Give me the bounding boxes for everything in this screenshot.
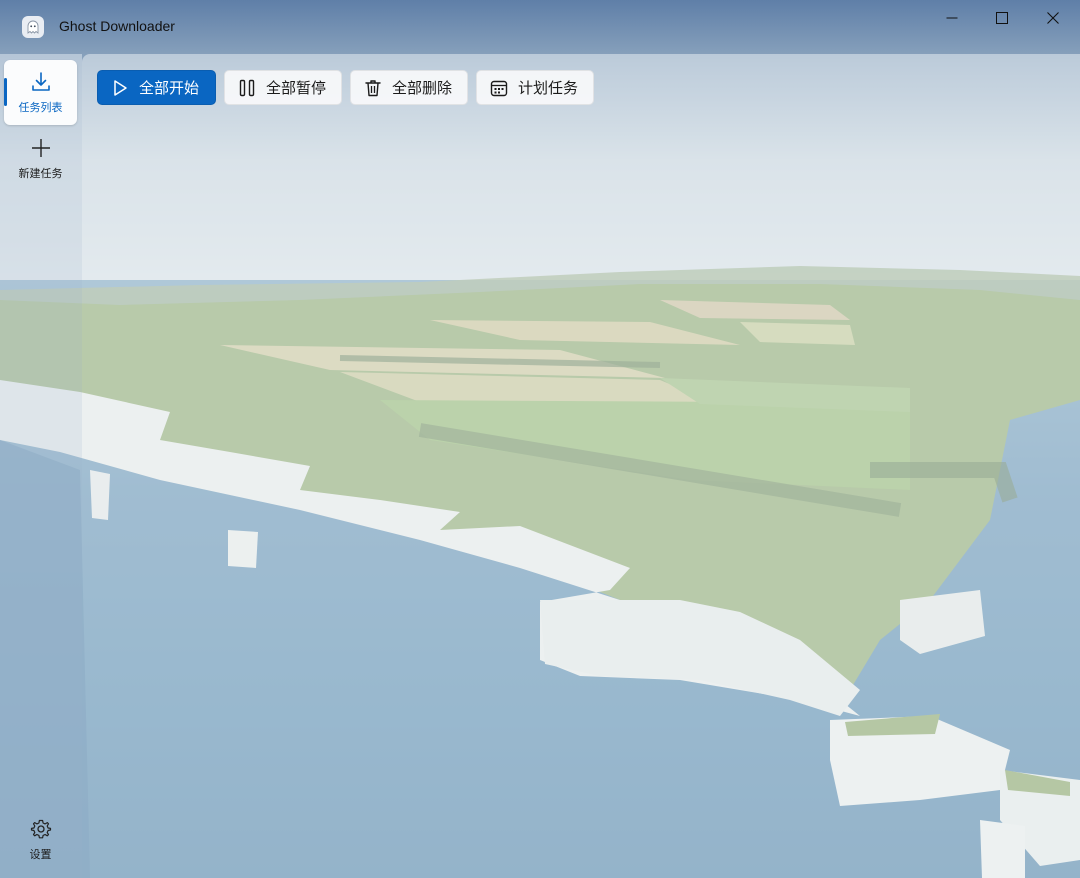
sidebar-item-settings[interactable]: 设置 (4, 809, 77, 871)
close-button[interactable] (1028, 0, 1078, 36)
delete-all-button[interactable]: 全部删除 (350, 70, 468, 105)
sidebar-item-new-task[interactable]: 新建任务 (4, 126, 77, 191)
maximize-button[interactable] (977, 0, 1027, 36)
sidebar-navigation: 任务列表 新建任务 设置 (0, 54, 82, 878)
toolbar: 全部开始 全部暂停 全部删除 计划任务 (97, 70, 594, 105)
pause-all-button[interactable]: 全部暂停 (224, 70, 342, 105)
task-list-panel: 全部开始 全部暂停 全部删除 计划任务 (82, 54, 1080, 878)
minimize-button[interactable] (927, 0, 977, 36)
calendar-icon (489, 78, 509, 98)
play-icon (110, 78, 130, 98)
close-icon (1047, 12, 1059, 24)
sidebar-item-label: 新建任务 (18, 166, 63, 180)
pause-all-label: 全部暂停 (266, 79, 327, 97)
trash-icon (363, 78, 383, 98)
ghost-icon (22, 16, 44, 38)
minimize-icon (946, 17, 958, 19)
schedule-task-button[interactable]: 计划任务 (476, 70, 594, 105)
sidebar-item-task-list[interactable]: 任务列表 (4, 60, 77, 125)
start-all-button[interactable]: 全部开始 (97, 70, 216, 105)
sidebar-item-label: 设置 (29, 848, 52, 861)
maximize-icon (996, 12, 1008, 24)
download-icon (31, 71, 50, 91)
start-all-label: 全部开始 (139, 79, 200, 97)
pause-icon (237, 78, 257, 98)
sidebar-item-label: 任务列表 (18, 100, 63, 114)
title-bar: Ghost Downloader (0, 0, 1080, 54)
delete-all-label: 全部删除 (392, 79, 453, 97)
app-title: Ghost Downloader (59, 18, 175, 34)
active-indicator (4, 78, 7, 106)
schedule-task-label: 计划任务 (518, 79, 579, 97)
gear-icon (30, 819, 51, 839)
plus-icon (31, 138, 50, 157)
